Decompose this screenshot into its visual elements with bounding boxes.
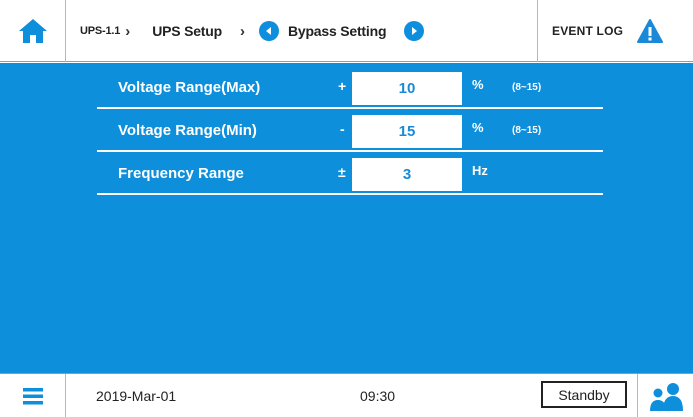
prev-page-button[interactable] [258, 21, 279, 41]
setting-sign: ± [338, 164, 346, 180]
menu-button[interactable] [0, 374, 66, 417]
setting-label: Voltage Range(Min) [118, 122, 257, 139]
chevron-right-circle-icon [412, 27, 418, 35]
setting-sign: + [338, 78, 347, 94]
setting-row-voltage-min: Voltage Range(Min) - 15 % (8~15) [0, 110, 693, 152]
user-login-button[interactable] [637, 374, 693, 417]
settings-panel: Voltage Range(Max) + 10 % (8~15) Voltage… [0, 63, 693, 373]
row-divider [97, 193, 603, 195]
setting-range: (8~15) [512, 82, 542, 93]
setting-label: Frequency Range [118, 165, 244, 182]
chevron-right-icon: › [239, 22, 245, 40]
status-badge: Standby [541, 381, 627, 408]
row-divider [97, 107, 603, 109]
setting-sign: - [340, 121, 345, 137]
frequency-range-input[interactable]: 3 [352, 158, 462, 191]
warning-icon [637, 19, 664, 43]
setting-row-voltage-max: Voltage Range(Max) + 10 % (8~15) [0, 67, 693, 109]
home-icon [18, 19, 47, 43]
next-page-button[interactable] [404, 21, 425, 41]
voltage-max-input[interactable]: 10 [352, 72, 462, 105]
voltage-min-input[interactable]: 15 [352, 115, 462, 148]
row-divider [97, 150, 603, 152]
time-display: 09:30 [360, 388, 396, 404]
breadcrumb-device[interactable]: UPS-1.1 [80, 25, 120, 37]
chevron-right-icon: › [125, 22, 131, 40]
breadcrumb-section[interactable]: UPS Setup [152, 23, 222, 39]
breadcrumb: UPS-1.1 › UPS Setup › Bypass Setting [66, 0, 538, 62]
date-display: 2019-Mar-01 [96, 388, 177, 404]
setting-unit: Hz [472, 163, 488, 178]
setting-unit: % [472, 77, 484, 92]
setting-unit: % [472, 120, 484, 135]
event-log-button[interactable]: EVENT LOG [538, 0, 693, 62]
top-bar: UPS-1.1 › UPS Setup › Bypass Setting EVE… [0, 0, 693, 62]
users-icon [649, 383, 683, 411]
bottom-bar: 2019-Mar-01 09:30 Standby [0, 373, 693, 417]
chevron-left-circle-icon [265, 27, 271, 35]
page-title: Bypass Setting [287, 23, 387, 39]
setting-row-frequency: Frequency Range ± 3 Hz [0, 153, 693, 195]
home-button[interactable] [0, 0, 66, 62]
setting-label: Voltage Range(Max) [118, 79, 261, 96]
setting-range: (8~15) [512, 125, 542, 136]
event-log-label: EVENT LOG [552, 24, 624, 38]
hamburger-menu-icon [22, 388, 43, 405]
